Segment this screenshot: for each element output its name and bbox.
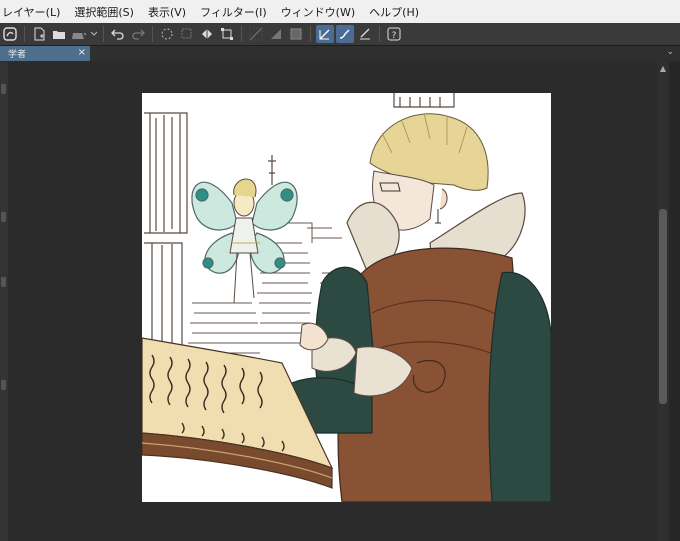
brush-stroke-icon[interactable] (336, 25, 354, 43)
help-icon[interactable]: ? (385, 25, 403, 43)
pen-pressure-icon[interactable] (316, 25, 334, 43)
toolbar-separator (24, 26, 25, 42)
close-icon[interactable]: × (78, 47, 86, 58)
chevron-down-icon[interactable] (90, 25, 98, 43)
document-tab-bar: 学者 × ⌄ (0, 46, 680, 61)
fill-icon[interactable] (198, 25, 216, 43)
loading-icon[interactable] (158, 25, 176, 43)
app-logo-icon[interactable] (1, 25, 19, 43)
snap-grid-icon[interactable] (267, 25, 285, 43)
ruler-pen-icon[interactable] (356, 25, 374, 43)
scroll-up-icon[interactable]: ▲ (658, 64, 668, 74)
toolbar-separator (152, 26, 153, 42)
panel-handle[interactable] (1, 84, 6, 94)
chevron-down-icon[interactable]: ⌄ (666, 47, 674, 57)
right-panel-edge (669, 62, 680, 541)
toolbar-separator (310, 26, 311, 42)
scrollbar-thumb[interactable] (659, 209, 667, 404)
redo-icon[interactable] (129, 25, 147, 43)
toolbar-separator (103, 26, 104, 42)
svg-text:?: ? (392, 31, 397, 41)
vertical-scrollbar[interactable]: ▲ (657, 62, 669, 541)
tab-title: 学者 (8, 50, 27, 60)
left-panel-edge (0, 62, 8, 541)
open-folder-icon[interactable] (50, 25, 68, 43)
save-icon[interactable] (70, 25, 88, 43)
menu-help[interactable]: ヘルプ(H) (362, 4, 426, 20)
panel-handle[interactable] (1, 380, 6, 390)
panel-handle[interactable] (1, 277, 6, 287)
menu-bar: レイヤー(L) 選択範囲(S) 表示(V) フィルター(I) ウィンドウ(W) … (0, 0, 680, 24)
menu-selection[interactable]: 選択範囲(S) (67, 4, 141, 20)
snap-ruler-icon[interactable] (247, 25, 265, 43)
menu-layer[interactable]: レイヤー(L) (0, 4, 67, 20)
toolbar-separator (241, 26, 242, 42)
tab-document[interactable]: 学者 × (0, 46, 90, 61)
command-toolbar: ? (0, 23, 680, 46)
menu-filter[interactable]: フィルター(I) (193, 4, 274, 20)
snap-special-ruler-icon[interactable] (287, 25, 305, 43)
menu-view[interactable]: 表示(V) (141, 4, 193, 20)
undo-icon[interactable] (109, 25, 127, 43)
toolbar-separator (379, 26, 380, 42)
panel-handle[interactable] (1, 212, 6, 222)
new-file-icon[interactable] (30, 25, 48, 43)
menu-window[interactable]: ウィンドウ(W) (274, 4, 362, 20)
canvas-artwork[interactable] (142, 93, 551, 502)
transform-icon[interactable] (218, 25, 236, 43)
clear-selection-icon[interactable] (178, 25, 196, 43)
